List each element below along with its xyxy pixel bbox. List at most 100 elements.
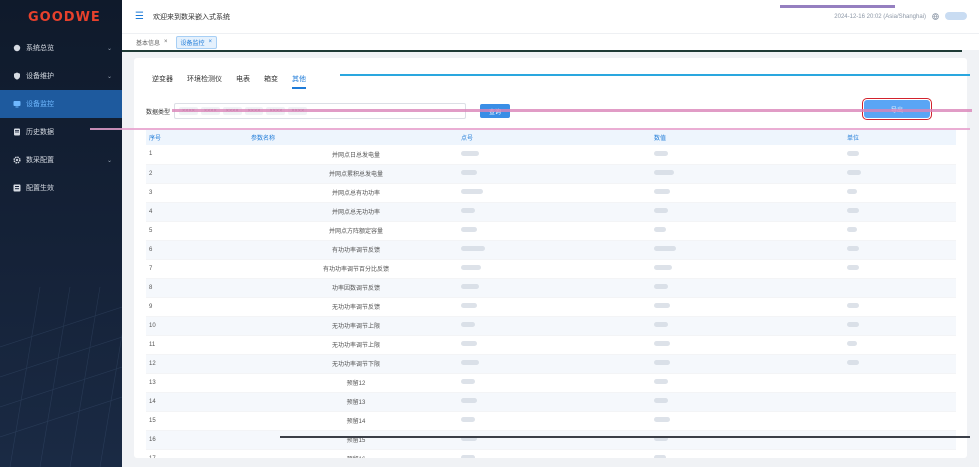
cell-point [461, 202, 654, 222]
monitor-card: 逆变器 环境检测仪 电表 箱变 其他 数据类型 ×××× ×××× ×××× ×… [134, 58, 967, 458]
cell-unit [847, 373, 956, 393]
data-type-label: 数据类型 [146, 109, 171, 116]
tab-inverter[interactable]: 逆变器 [152, 74, 173, 89]
sidebar: GOODWE 系统总览 ⌄ 设备维护 ⌄ 设备监控 历史数据 数采配置 ⌄ 配置… [0, 0, 122, 467]
cell-point [461, 259, 654, 279]
tab-box-transformer[interactable]: 箱变 [264, 74, 278, 89]
cell-param-name: 并网点总有功功率 [251, 183, 461, 203]
globe-icon[interactable] [932, 12, 939, 22]
cell-param-name: 并网点日总发电量 [251, 145, 461, 165]
cell-value [654, 430, 847, 450]
cell-value [654, 449, 847, 458]
redacted-value [461, 227, 477, 232]
col-header-unit: 单位 [847, 130, 956, 145]
cell-unit [847, 411, 956, 431]
redacted-value [461, 303, 477, 308]
tab-meter[interactable]: 电表 [236, 74, 250, 89]
cell-param-name: 并网点方阵额定容量 [251, 221, 461, 241]
redacted-value [654, 417, 670, 422]
cell-param-name: 预留14 [251, 411, 461, 431]
cell-value [654, 316, 847, 336]
redacted-value [654, 189, 670, 194]
avatar[interactable] [945, 11, 967, 23]
welcome-text: 欢迎来到数采嵌入式系统 [152, 13, 230, 21]
redacted-value [847, 170, 861, 175]
redacted-value [461, 398, 477, 403]
redacted-value [654, 284, 668, 289]
sidebar-item-label: 系统总览 [26, 45, 54, 52]
chevron-down-icon: ⌄ [106, 157, 112, 164]
table-row: 11 无功功率调节上限 [146, 335, 956, 355]
redacted-value [654, 360, 670, 365]
table-row: 3 并网点总有功功率 [146, 183, 956, 203]
cell-value [654, 373, 847, 393]
cell-value [654, 278, 847, 298]
redacted-value [461, 246, 485, 251]
redacted-value [654, 170, 674, 175]
cell-param-name: 并网点累积总发电量 [251, 164, 461, 184]
cell-param-name: 无功功率调节下限 [251, 354, 461, 374]
cell-unit [847, 259, 956, 279]
redacted-value [461, 455, 475, 458]
redacted-value [461, 360, 479, 365]
cell-param-name: 有功功率调节百分比反馈 [251, 259, 461, 279]
redacted-value [847, 265, 859, 270]
cell-index: 2 [146, 164, 251, 184]
cell-point [461, 183, 654, 203]
redacted-value [654, 303, 670, 308]
cell-param-name: 无功功率调节反馈 [251, 297, 461, 317]
redacted-value [461, 379, 475, 384]
overlay-line [90, 128, 970, 130]
cell-point [461, 297, 654, 317]
close-icon[interactable]: × [164, 39, 168, 45]
sidebar-item-label: 数采配置 [26, 157, 54, 164]
table-row: 13 预留12 [146, 373, 956, 393]
table-header-row: 序号 参数名称 点号 数值 单位 [146, 130, 956, 145]
sidebar-item-monitor[interactable]: 设备监控 [0, 90, 122, 118]
cell-param-name: 预留15 [251, 430, 461, 450]
shield-icon [13, 72, 21, 80]
cell-index: 16 [146, 430, 251, 450]
cell-unit [847, 297, 956, 317]
cell-index: 14 [146, 392, 251, 412]
cell-point [461, 145, 654, 165]
table-row: 5 并网点方阵额定容量 [146, 221, 956, 241]
close-icon[interactable]: × [209, 39, 213, 45]
cell-point [461, 430, 654, 450]
sidebar-item-overview[interactable]: 系统总览 ⌄ [0, 34, 122, 62]
col-header-index: 序号 [146, 130, 251, 145]
cell-unit [847, 430, 956, 450]
sidebar-decoration [0, 287, 122, 467]
cell-index: 15 [146, 411, 251, 431]
cell-value [654, 164, 847, 184]
overlay-line [280, 436, 970, 438]
cell-value [654, 297, 847, 317]
monitor-icon [13, 100, 21, 108]
sidebar-item-config[interactable]: 数采配置 ⌄ [0, 146, 122, 174]
cell-point [461, 164, 654, 184]
cell-unit [847, 354, 956, 374]
cell-value [654, 221, 847, 241]
tag-basic-info[interactable]: 基本信息 × [136, 38, 168, 47]
cell-unit [847, 145, 956, 165]
cell-point [461, 373, 654, 393]
sidebar-item-label: 设备维护 [26, 73, 54, 80]
redacted-value [654, 246, 676, 251]
menu-toggle-icon[interactable]: ☰ [135, 11, 144, 22]
cell-value [654, 202, 847, 222]
table-row: 8 功率因数调节反馈 [146, 278, 956, 298]
redacted-value [847, 189, 857, 194]
overlay-line [122, 50, 962, 52]
tab-env-detector[interactable]: 环境检测仪 [187, 74, 222, 89]
tab-other[interactable]: 其他 [292, 74, 306, 89]
redacted-value [654, 341, 670, 346]
tag-device-monitor[interactable]: 设备监控 × [175, 35, 218, 49]
sidebar-item-maintenance[interactable]: 设备维护 ⌄ [0, 62, 122, 90]
cell-value [654, 354, 847, 374]
sidebar-item-apply[interactable]: 配置生效 [0, 174, 122, 202]
gear-icon [13, 156, 21, 164]
cell-point [461, 278, 654, 298]
sidebar-item-history[interactable]: 历史数据 [0, 118, 122, 146]
cell-param-name: 有功功率调节反馈 [251, 240, 461, 260]
col-header-point: 点号 [461, 130, 654, 145]
